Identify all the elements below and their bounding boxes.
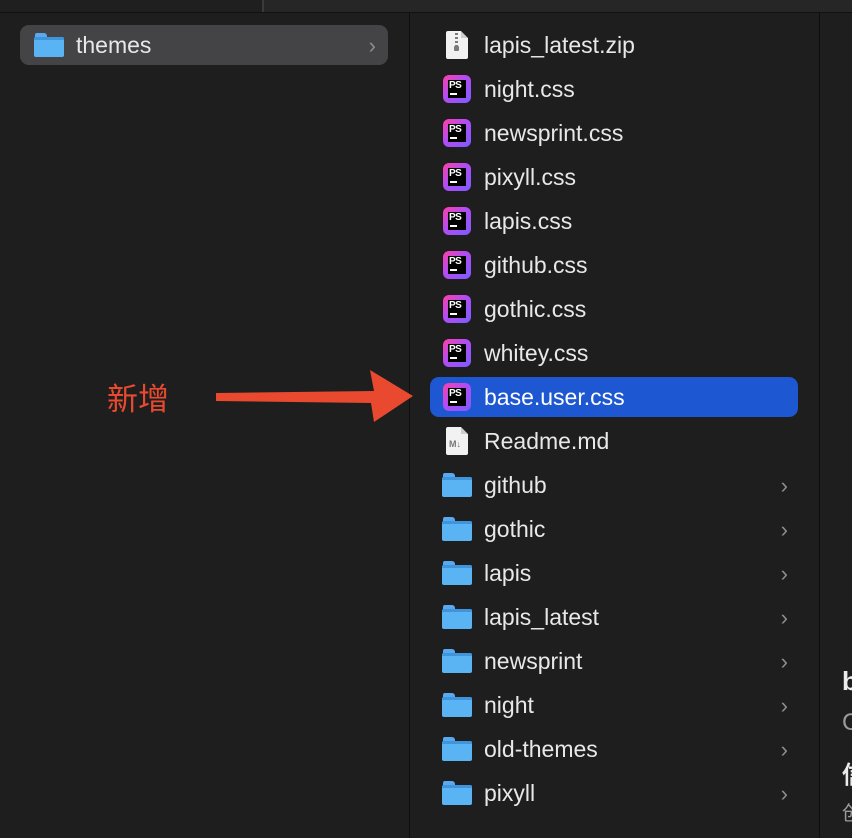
phpstorm-file-icon: PS <box>443 163 471 191</box>
folder-lapis-latest[interactable]: lapis_latest › <box>430 597 798 637</box>
item-label: lapis_latest <box>484 603 600 630</box>
folder-icon <box>442 649 472 673</box>
phpstorm-file-icon: PS <box>443 207 471 235</box>
zip-file-icon <box>446 31 468 59</box>
folder-icon <box>34 33 64 57</box>
phpstorm-file-icon: PS <box>443 295 471 323</box>
folder-pixyll[interactable]: pixyll › <box>430 773 798 813</box>
folder-icon <box>442 605 472 629</box>
preview-info-heading-fragment: 信 <box>842 755 852 790</box>
item-label: base.user.css <box>484 383 625 410</box>
folder-old-themes[interactable]: old-themes › <box>430 729 798 769</box>
window-top-bar <box>0 0 852 13</box>
file-newsprint-css[interactable]: PS newsprint.css <box>430 113 798 153</box>
chevron-right-icon: › <box>368 33 376 58</box>
chevron-right-icon: › <box>780 517 788 542</box>
chevron-right-icon: › <box>780 737 788 762</box>
chevron-right-icon: › <box>780 781 788 806</box>
item-label: Readme.md <box>484 427 610 454</box>
item-label: newsprint.css <box>484 119 624 146</box>
file-readme-md[interactable]: M↓ Readme.md <box>430 421 798 461</box>
item-label: old-themes <box>484 735 598 762</box>
top-bar-separator <box>262 0 264 12</box>
item-label: pixyll.css <box>484 163 577 190</box>
folder-icon <box>442 781 472 805</box>
folder-lapis[interactable]: lapis › <box>430 553 798 593</box>
top-bar-left-segment <box>0 0 262 12</box>
phpstorm-file-icon: PS <box>443 119 471 147</box>
file-github-css[interactable]: PS github.css <box>430 245 798 285</box>
item-label: github <box>484 471 547 498</box>
preview-column: b C 信 创 <box>820 13 852 838</box>
file-base-user-css[interactable]: PS base.user.css <box>430 377 798 417</box>
item-label: night <box>484 691 534 718</box>
phpstorm-file-icon: PS <box>443 251 471 279</box>
chevron-right-icon: › <box>780 473 788 498</box>
item-label: gothic <box>484 515 546 542</box>
preview-kind-fragment: C <box>842 709 852 736</box>
item-label: github.css <box>484 251 588 278</box>
phpstorm-file-icon: PS <box>443 383 471 411</box>
item-label: themes <box>76 31 152 58</box>
markdown-file-icon: M↓ <box>446 427 468 455</box>
item-label: night.css <box>484 75 575 102</box>
folder-icon <box>442 561 472 585</box>
file-night-css[interactable]: PS night.css <box>430 69 798 109</box>
folder-icon <box>442 517 472 541</box>
item-label: pixyll <box>484 779 536 806</box>
file-lapis-css[interactable]: PS lapis.css <box>430 201 798 241</box>
phpstorm-file-icon: PS <box>443 339 471 367</box>
chevron-right-icon: › <box>780 649 788 674</box>
folder-github[interactable]: github › <box>430 465 798 505</box>
folder-icon <box>442 473 472 497</box>
file-whitey-css[interactable]: PS whitey.css <box>430 333 798 373</box>
file-lapis-latest-zip[interactable]: lapis_latest.zip <box>430 25 798 65</box>
annotation-label: 新增 <box>107 382 169 418</box>
item-label: gothic.css <box>484 295 587 322</box>
chevron-right-icon: › <box>780 693 788 718</box>
chevron-right-icon: › <box>780 605 788 630</box>
phpstorm-file-icon: PS <box>443 75 471 103</box>
column1-item-themes[interactable]: themes › <box>20 25 388 65</box>
item-label: newsprint <box>484 647 583 674</box>
item-label: whitey.css <box>484 339 589 366</box>
chevron-right-icon: › <box>780 561 788 586</box>
arrow-right-icon <box>216 370 413 422</box>
folder-gothic[interactable]: gothic › <box>430 509 798 549</box>
folder-night[interactable]: night › <box>430 685 798 725</box>
item-label: lapis.css <box>484 207 573 234</box>
file-pixyll-css[interactable]: PS pixyll.css <box>430 157 798 197</box>
preview-filename-fragment: b <box>842 666 852 696</box>
folder-icon <box>442 693 472 717</box>
item-label: lapis <box>484 559 532 586</box>
folder-icon <box>442 737 472 761</box>
file-gothic-css[interactable]: PS gothic.css <box>430 289 798 329</box>
item-label: lapis_latest.zip <box>484 31 635 58</box>
preview-created-fragment: 创 <box>842 797 852 826</box>
finder-column-2: lapis_latest.zip PS night.css PS newspri… <box>410 13 819 838</box>
folder-newsprint[interactable]: newsprint › <box>430 641 798 681</box>
